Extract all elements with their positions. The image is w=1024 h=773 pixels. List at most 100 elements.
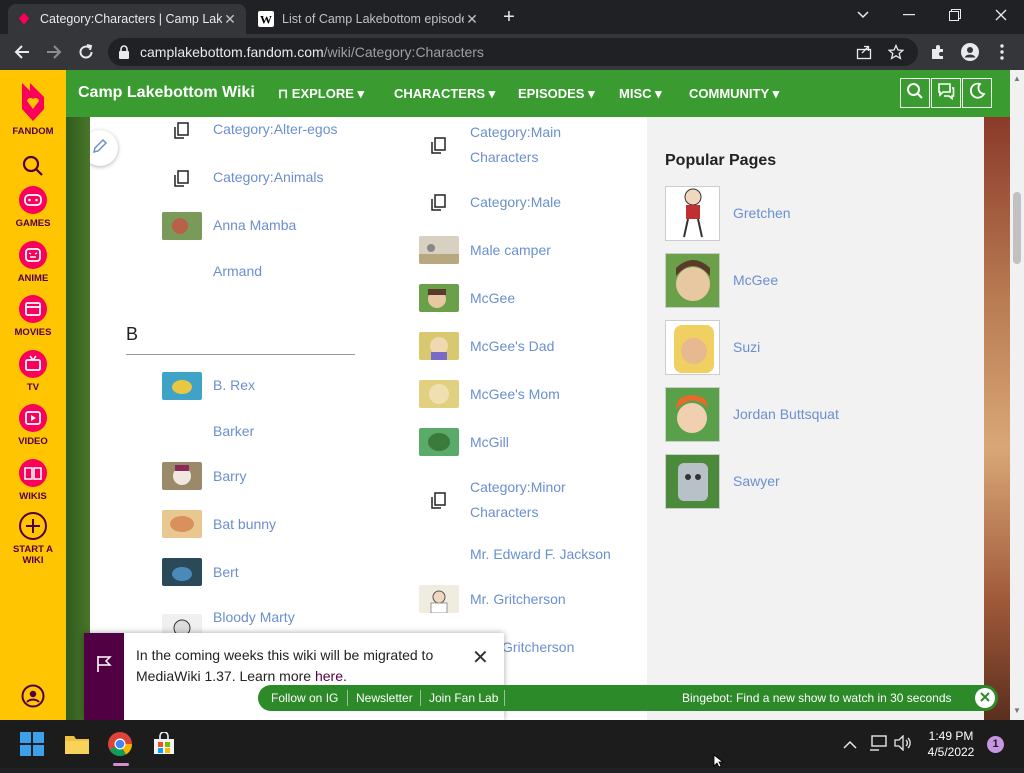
thumbnail-image[interactable] [419,284,459,312]
nav-community[interactable]: COMMUNITY ▾ [689,86,779,102]
category-link[interactable]: Category:Alter-egos [213,117,338,142]
fandom-logo[interactable]: FANDOM [0,78,66,137]
share-icon[interactable] [856,44,872,63]
rail-item-video[interactable]: VIDEO [0,402,66,447]
notification-badge[interactable]: 1 [987,736,1004,753]
thumbnail-image[interactable] [419,428,459,456]
rail-user[interactable] [0,680,66,714]
popular-thumbnail[interactable] [665,454,720,509]
scroll-up-arrow-icon[interactable]: ▲ [1013,74,1021,83]
notification-link[interactable]: here [315,668,343,684]
reload-icon[interactable] [74,40,98,64]
page-link[interactable]: Bloody Marty [213,605,295,630]
show-hidden-icons-chevron-icon[interactable] [843,737,857,755]
join-fan-lab-link[interactable]: Join Fan Lab [429,691,498,705]
thumbnail-image[interactable] [419,236,459,264]
category-link[interactable]: Category:Main Characters [470,120,610,170]
popular-thumbnail[interactable] [665,320,720,375]
clock[interactable]: 1:49 PM 4/5/2022 [920,728,982,760]
edit-button[interactable] [90,130,118,166]
microsoft-store-icon[interactable] [148,728,180,760]
page-link[interactable]: Barker [213,419,254,444]
category-link[interactable]: Category:Animals [213,165,324,190]
minimize-icon[interactable] [886,0,932,30]
popular-page-link[interactable]: Sawyer [733,473,780,489]
new-tab-button[interactable]: + [498,6,520,28]
popular-page-link[interactable]: Suzi [733,339,760,355]
page-link[interactable]: McGee's Mom [470,382,560,407]
rail-item-games[interactable]: GAMES [0,184,66,229]
wiki-title[interactable]: Camp Lakebottom Wiki [78,84,255,102]
page-link[interactable]: B. Rex [213,373,255,398]
page-link[interactable]: Mr. Edward F. Jackson [470,542,611,567]
network-icon[interactable] [869,735,887,756]
file-explorer-icon[interactable] [61,728,93,760]
rail-item-movies[interactable]: MOVIES [0,293,66,338]
page-link[interactable]: McGee [470,286,515,311]
bingebot-link[interactable]: Bingebot: Find a new show to watch in 30… [682,691,952,705]
chrome-icon[interactable] [104,728,136,760]
page-link[interactable]: Bert [213,560,239,585]
thumbnail-image[interactable] [162,212,202,240]
nav-episodes[interactable]: EPISODES ▾ [518,86,595,102]
page-link[interactable]: Male camper [470,238,551,263]
rail-search[interactable] [0,150,66,184]
rail-item-anime[interactable]: ANIME [0,239,66,284]
greenbar-close-button[interactable] [975,688,995,708]
lock-icon[interactable] [118,45,130,59]
volume-icon[interactable] [894,734,912,756]
restore-icon[interactable] [932,0,978,30]
nav-misc[interactable]: MISC ▾ [619,86,662,102]
page-link[interactable]: Anna Mamba [213,213,296,238]
page-link[interactable]: McGill [470,430,509,455]
thumbnail-image[interactable] [419,380,459,408]
tab-active[interactable]: Category:Characters | Camp Lake ✕ [8,4,246,34]
bookmark-star-icon[interactable] [887,43,905,63]
page-link[interactable]: McGee's Dad [470,334,554,359]
tab-close-icon[interactable]: ✕ [464,11,480,28]
category-link[interactable]: Category:Minor Characters [470,475,610,525]
extensions-puzzle-icon[interactable] [926,40,950,64]
popular-page-link[interactable]: Jordan Buttsquat [733,406,839,422]
page-link[interactable]: Gritcherson [502,635,574,660]
newsletter-link[interactable]: Newsletter [356,691,413,705]
forward-arrow-icon[interactable] [42,40,66,64]
rail-item-tv[interactable]: TV [0,348,66,393]
popular-thumbnail[interactable] [665,387,720,442]
window-close-icon[interactable] [978,0,1024,30]
notification-close-icon[interactable]: ✕ [472,645,489,670]
nav-explore[interactable]: ⊓ EXPLORE ▾ [278,86,364,102]
profile-avatar-icon[interactable] [958,40,982,64]
page-link[interactable]: Bat bunny [213,512,276,537]
scroll-down-arrow-icon[interactable]: ▼ [1013,706,1021,715]
nav-characters[interactable]: CHARACTERS ▾ [394,86,495,102]
rail-item-wikis[interactable]: WIKIS [0,457,66,502]
page-link[interactable]: Barry [213,464,246,489]
thumbnail-image[interactable] [419,332,459,360]
tab-inactive[interactable]: W List of Camp Lakebottom episode ✕ [250,4,488,34]
rail-start-wiki[interactable]: START A WIKI [0,510,66,566]
page-link[interactable]: Armand [213,259,262,284]
tab-search-icon[interactable] [840,0,886,30]
menu-kebab-icon[interactable] [990,40,1014,64]
thumbnail-image[interactable] [162,462,202,490]
popular-thumbnail[interactable] [665,186,720,241]
thumbnail-image[interactable] [162,558,202,586]
thumbnail-image[interactable] [162,510,202,538]
page-scrollbar[interactable]: ▲ ▼ [1010,70,1024,720]
search-button[interactable] [900,78,930,108]
windows-start-icon[interactable] [16,728,48,760]
category-link[interactable]: Category:Male [470,190,561,215]
follow-ig-link[interactable]: Follow on IG [271,691,338,705]
scrollbar-thumb[interactable] [1013,192,1021,264]
tab-close-icon[interactable]: ✕ [222,11,238,28]
popular-page-link[interactable]: Gretchen [733,205,791,221]
discussions-button[interactable] [931,78,961,108]
address-bar[interactable]: camplakebottom.fandom.com/wiki/Category:… [108,38,918,66]
page-link[interactable]: Mr. Gritcherson [470,587,566,612]
popular-page-link[interactable]: McGee [733,272,778,288]
back-arrow-icon[interactable] [10,40,34,64]
thumbnail-image[interactable] [162,372,202,400]
popular-thumbnail[interactable] [665,253,720,308]
thumbnail-image[interactable] [419,585,459,613]
